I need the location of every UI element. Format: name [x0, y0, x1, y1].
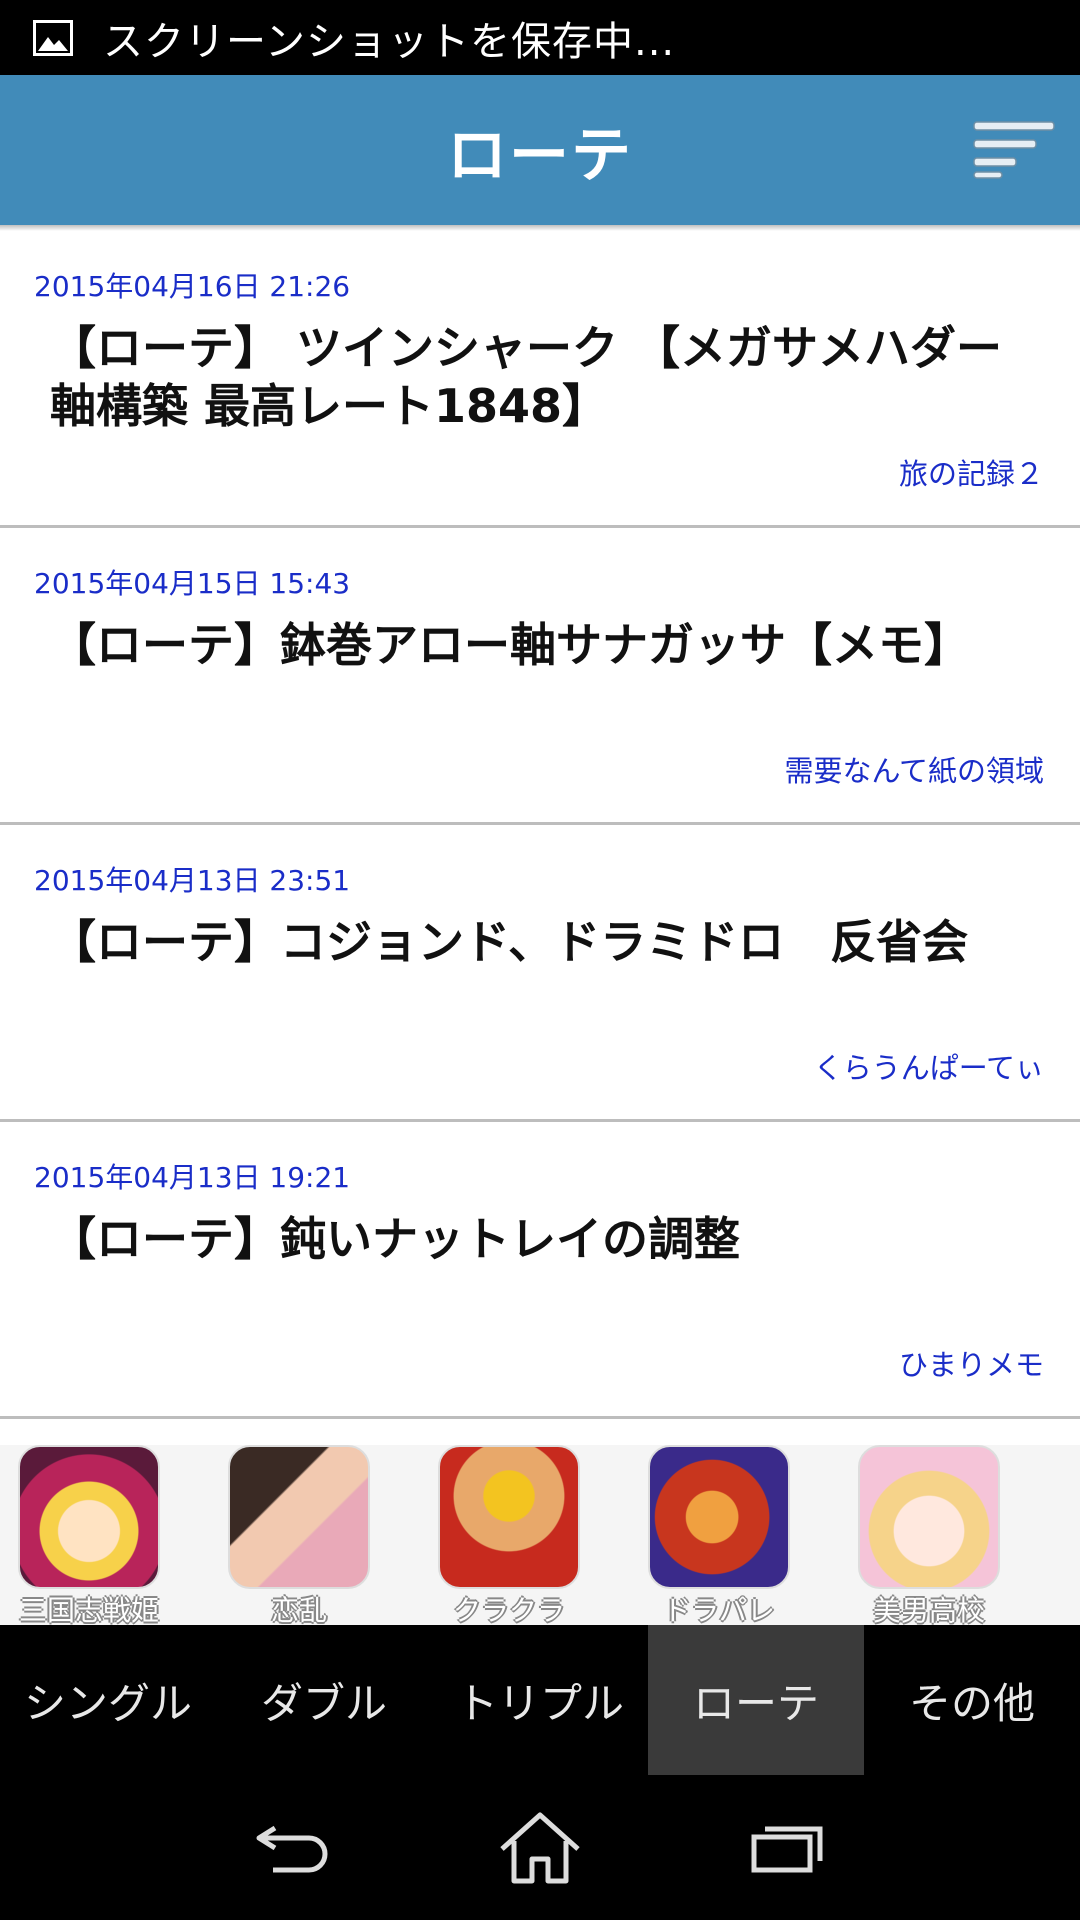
system-nav-bar: [0, 1775, 1080, 1920]
article-date: 2015年04月15日 15:43: [34, 567, 351, 600]
app-header: ローテ: [0, 75, 1080, 225]
article-title[interactable]: 【ローテ】 ツインシャーク 【メガサメハダー軸構築 最高レート1848】: [50, 319, 1010, 435]
article-source[interactable]: 需要なんて紙の領域: [784, 748, 1044, 790]
article-list: 2015年04月16日 21:26 【ローテ】 ツインシャーク 【メガサメハダー…: [0, 231, 1080, 1419]
ad-item[interactable]: 美男高校: [840, 1445, 1050, 1627]
article-source[interactable]: くらうんぱーてぃ: [814, 1045, 1044, 1087]
app-icon-sangokushi[interactable]: [18, 1445, 160, 1589]
app-ad-strip: 三国志戦姫 恋乱 クラクラ ドラパレ 美男高校: [0, 1445, 1080, 1627]
article-item[interactable]: 2015年04月13日 19:21 【ローテ】鈍いナットレイの調整 ひまりメモ: [0, 1122, 1080, 1419]
menu-lines-icon: [973, 121, 1055, 179]
ad-label: 恋乱: [270, 1594, 327, 1627]
article-item[interactable]: 2015年04月13日 23:51 【ローテ】コジョンド、ドラミドロ 反省会 く…: [0, 825, 1080, 1122]
article-item[interactable]: 2015年04月15日 15:43 【ローテ】鉢巻アロー軸サナガッサ【メモ】 需…: [0, 528, 1080, 825]
ad-label: 三国志戦姫: [18, 1594, 159, 1627]
app-icon-koiran[interactable]: [228, 1445, 370, 1589]
recents-button[interactable]: [737, 1803, 837, 1893]
back-button[interactable]: [243, 1803, 343, 1893]
recents-icon: [751, 1826, 823, 1872]
app-icon-drapare[interactable]: [648, 1445, 790, 1589]
article-date: 2015年04月13日 23:51: [34, 864, 351, 897]
ad-item[interactable]: ドラパレ: [630, 1445, 840, 1627]
home-icon: [500, 1812, 580, 1883]
status-text: スクリーンショットを保存中...: [103, 18, 676, 65]
page-title: ローテ: [447, 120, 633, 191]
tab-double[interactable]: ダブル: [216, 1625, 432, 1775]
ad-label: クラクラ: [452, 1594, 565, 1627]
category-tab-bar: シングル ダブル トリプル ローテ その他: [0, 1625, 1080, 1775]
article-title[interactable]: 【ローテ】コジョンド、ドラミドロ 反省会: [50, 913, 1010, 971]
status-bar: スクリーンショットを保存中...: [0, 0, 1080, 75]
tab-single[interactable]: シングル: [0, 1625, 216, 1775]
article-date: 2015年04月13日 19:21: [34, 1161, 351, 1194]
app-icon-binan[interactable]: [858, 1445, 1000, 1589]
home-button[interactable]: [490, 1803, 590, 1893]
tab-other[interactable]: その他: [864, 1625, 1080, 1775]
tab-triple[interactable]: トリプル: [432, 1625, 648, 1775]
back-icon: [256, 1825, 328, 1872]
app-icon-clash[interactable]: [438, 1445, 580, 1589]
article-source[interactable]: ひまりメモ: [899, 1342, 1044, 1384]
screen: スクリーンショットを保存中... ローテ 2015年04月16日 21:26 【…: [0, 0, 1080, 1920]
ad-label: ドラパレ: [663, 1594, 775, 1627]
article-item[interactable]: 2015年04月16日 21:26 【ローテ】 ツインシャーク 【メガサメハダー…: [0, 231, 1080, 528]
article-date: 2015年04月16日 21:26: [34, 270, 351, 303]
tab-rotation[interactable]: ローテ: [648, 1625, 864, 1775]
ad-item[interactable]: クラクラ: [420, 1445, 630, 1627]
article-title[interactable]: 【ローテ】鈍いナットレイの調整: [50, 1210, 1010, 1268]
ad-item[interactable]: 三国志戦姫: [0, 1445, 210, 1627]
image-icon: [33, 19, 73, 56]
article-source[interactable]: 旅の記録２: [899, 451, 1044, 493]
ad-label: 美男高校: [872, 1594, 985, 1627]
ad-item[interactable]: 恋乱: [210, 1445, 420, 1627]
menu-button[interactable]: [972, 120, 1058, 180]
article-title[interactable]: 【ローテ】鉢巻アロー軸サナガッサ【メモ】: [50, 616, 1010, 674]
